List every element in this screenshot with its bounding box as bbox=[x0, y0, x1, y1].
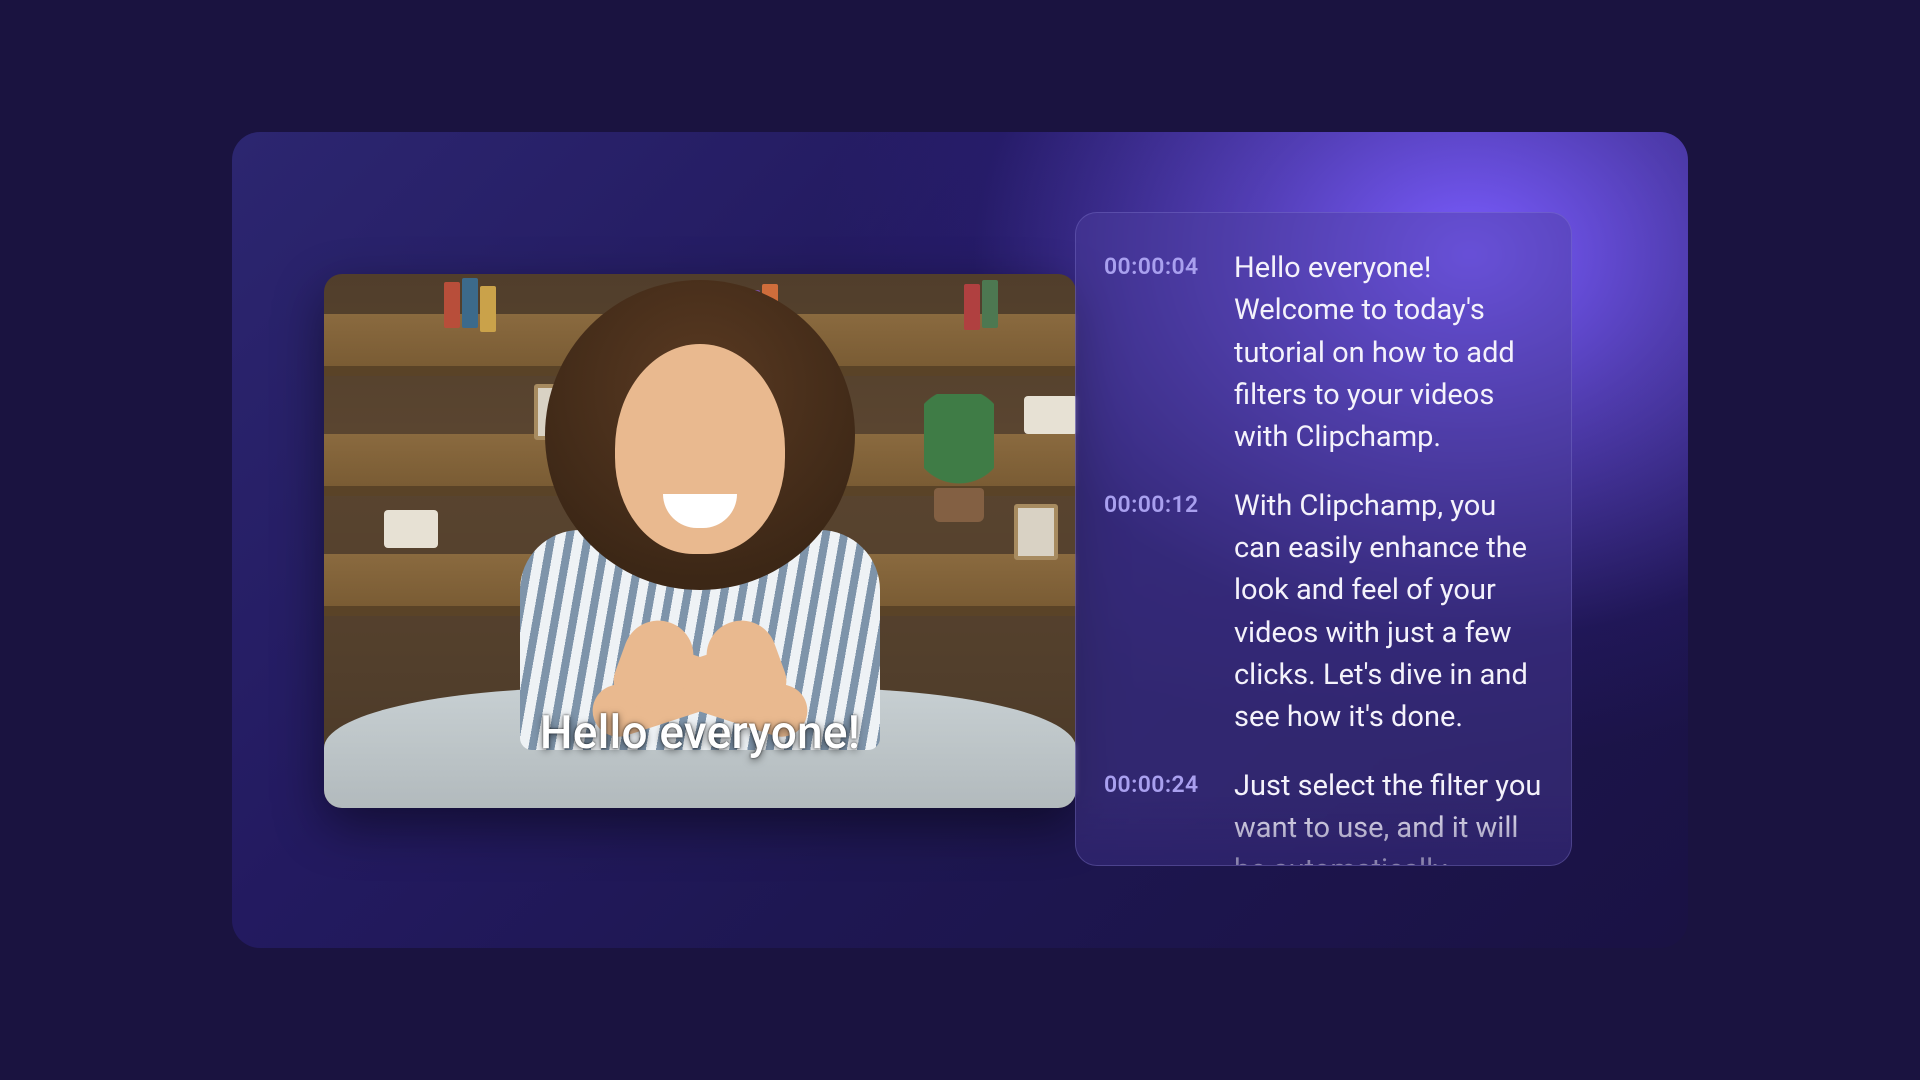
transcript-text: Just select the filter you want to use, … bbox=[1234, 765, 1543, 866]
transcript-timestamp[interactable]: 00:00:12 bbox=[1104, 485, 1212, 739]
transcript-entry[interactable]: 00:00:24 Just select the filter you want… bbox=[1104, 765, 1543, 866]
transcript-panel[interactable]: 00:00:04 Hello everyone! Welcome to toda… bbox=[1075, 212, 1572, 866]
transcript-text: With Clipchamp, you can easily enhance t… bbox=[1234, 485, 1543, 739]
transcript-timestamp[interactable]: 00:00:04 bbox=[1104, 247, 1212, 459]
video-caption: Hello everyone! bbox=[324, 706, 1076, 760]
transcript-entry[interactable]: 00:00:04 Hello everyone! Welcome to toda… bbox=[1104, 247, 1543, 459]
transcript-text: Hello everyone! Welcome to today's tutor… bbox=[1234, 247, 1543, 459]
transcript-entry[interactable]: 00:00:12 With Clipchamp, you can easily … bbox=[1104, 485, 1543, 739]
transcript-timestamp[interactable]: 00:00:24 bbox=[1104, 765, 1212, 866]
app-canvas: Hello everyone! 00:00:04 Hello everyone!… bbox=[232, 132, 1688, 948]
video-preview[interactable]: Hello everyone! bbox=[324, 274, 1076, 808]
presenter bbox=[520, 280, 880, 750]
